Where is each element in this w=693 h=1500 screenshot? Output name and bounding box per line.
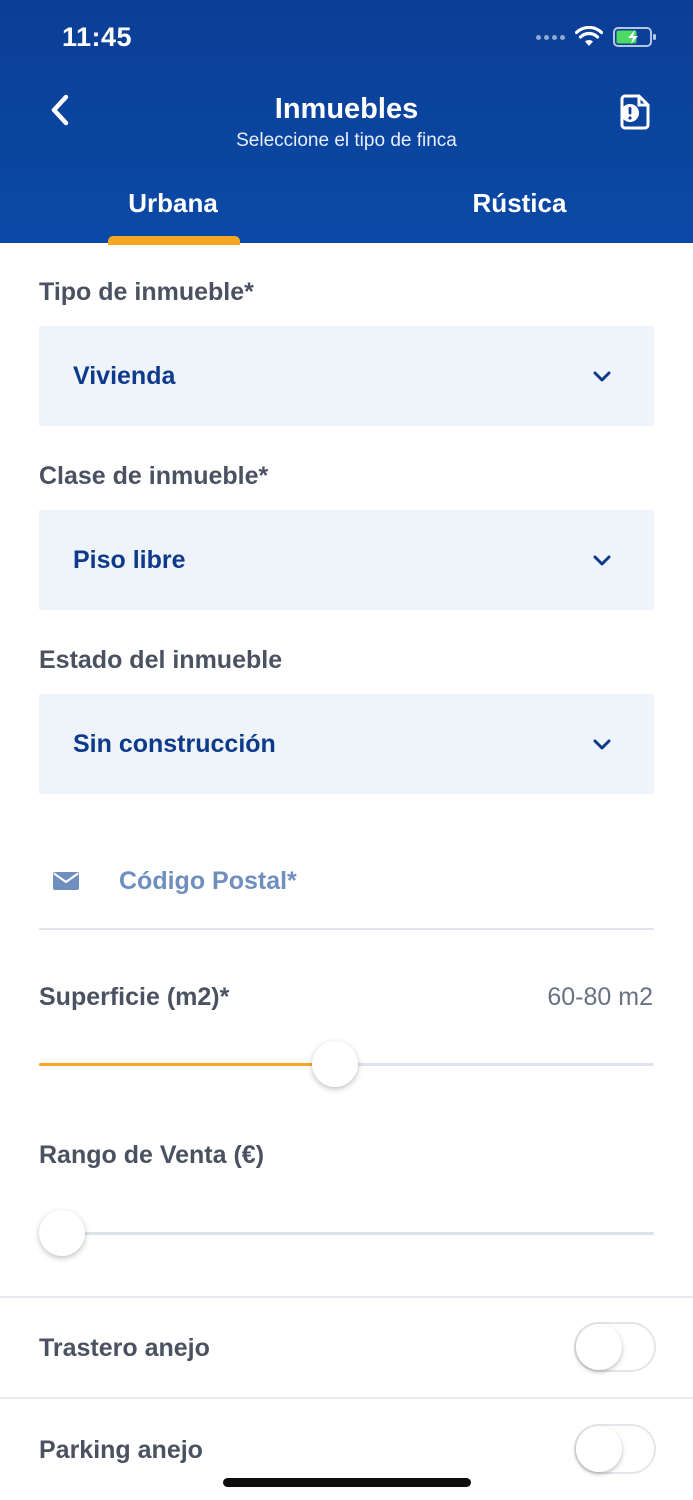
superficie-value: 60-80 m2 <box>547 983 653 1011</box>
tab-urbana[interactable]: Urbana <box>0 188 346 219</box>
estado-inmueble-select[interactable]: Sin construcción <box>39 694 654 794</box>
divider <box>0 1397 693 1399</box>
superficie-slider-thumb[interactable] <box>312 1041 359 1087</box>
superficie-label: Superficie (m2)* <box>39 983 230 1011</box>
postal-code-row <box>39 850 654 930</box>
document-alert-icon <box>620 94 650 130</box>
document-alert-button[interactable] <box>615 92 655 132</box>
parking-toggle-knob <box>576 1426 622 1472</box>
superficie-slider-fill <box>39 1063 336 1066</box>
rango-venta-slider[interactable] <box>39 1210 654 1256</box>
tab-rustica[interactable]: Rústica <box>346 188 693 219</box>
clase-inmueble-label: Clase de inmueble* <box>39 462 269 490</box>
postal-code-input[interactable] <box>119 864 639 898</box>
clase-inmueble-value: Piso libre <box>73 545 186 574</box>
trastero-toggle[interactable] <box>574 1322 656 1372</box>
trastero-label: Trastero anejo <box>39 1334 210 1362</box>
chevron-down-icon <box>593 555 611 566</box>
app-header: 11:45 Inmuebles Seleccione el tipo de fi… <box>0 0 693 245</box>
chevron-down-icon <box>593 739 611 750</box>
clase-inmueble-select[interactable]: Piso libre <box>39 510 654 610</box>
page-title: Inmuebles <box>274 93 419 125</box>
chevron-down-icon <box>593 371 611 382</box>
estado-inmueble-value: Sin construcción <box>73 729 276 758</box>
rango-venta-slider-thumb[interactable] <box>39 1210 85 1256</box>
page-subtitle: Seleccione el tipo de finca <box>236 130 457 151</box>
wifi-icon <box>575 26 603 46</box>
status-time: 11:45 <box>62 22 133 52</box>
home-indicator <box>223 1478 471 1487</box>
divider <box>0 1296 693 1298</box>
battery-icon <box>613 27 656 47</box>
parking-label: Parking anejo <box>39 1436 203 1464</box>
tipo-inmueble-value: Vivienda <box>73 361 176 390</box>
tab-indicator <box>108 236 240 245</box>
estado-inmueble-label: Estado del inmueble <box>39 646 283 674</box>
rango-venta-label: Rango de Venta (€) <box>39 1141 265 1169</box>
tipo-inmueble-select[interactable]: Vivienda <box>39 326 654 426</box>
parking-toggle[interactable] <box>574 1424 656 1474</box>
status-icons <box>536 26 657 48</box>
mail-icon <box>53 872 79 890</box>
trastero-toggle-knob <box>576 1324 622 1370</box>
tipo-inmueble-label: Tipo de inmueble* <box>39 278 254 306</box>
cellular-signal-icon <box>536 34 565 40</box>
superficie-slider[interactable] <box>39 1041 654 1087</box>
